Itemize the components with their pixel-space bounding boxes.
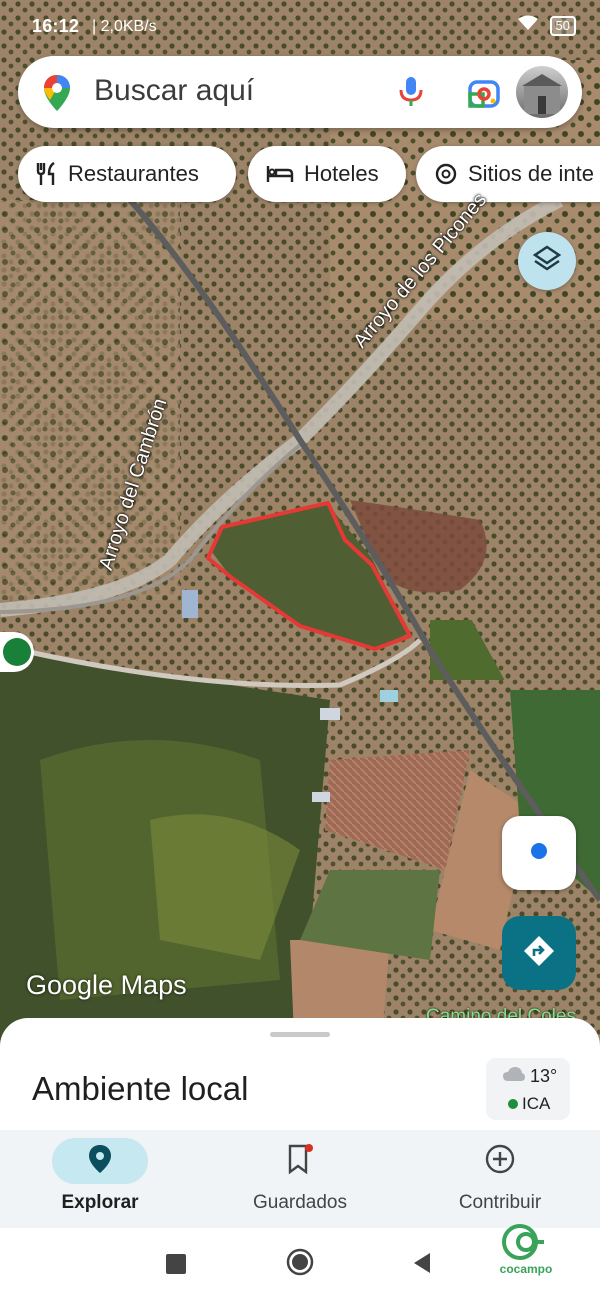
- chip-hoteles[interactable]: Hoteles: [248, 146, 406, 202]
- nav-explorar[interactable]: Explorar: [0, 1130, 200, 1228]
- category-chips: Restaurantes Hoteles Sitios de inte: [0, 146, 600, 202]
- cloud-icon: [502, 1066, 526, 1087]
- battery-icon: 50: [549, 15, 576, 36]
- directions-button[interactable]: [502, 916, 576, 990]
- network-rate: | 2,0KB/s: [92, 18, 157, 35]
- air-quality-dot-icon: [508, 1099, 518, 1109]
- chip-label: Hoteles: [304, 161, 379, 186]
- temperature: 13°: [530, 1066, 558, 1086]
- nav-contribuir[interactable]: Contribuir: [400, 1130, 600, 1228]
- map-view[interactable]: 16:12 | 2,0KB/s 50 Buscar aquí Restauran…: [0, 0, 600, 1060]
- air-quality-label: ICA: [522, 1094, 551, 1113]
- layers-icon: [532, 244, 562, 279]
- chip-restaurantes[interactable]: Restaurantes: [18, 146, 236, 202]
- sheet-drag-handle[interactable]: [270, 1032, 330, 1037]
- back-icon[interactable]: [412, 1252, 432, 1279]
- cocampo-logo-icon: [502, 1224, 544, 1260]
- microphone-icon[interactable]: [398, 76, 424, 113]
- add-circle-icon: [484, 1143, 516, 1180]
- nav-label: Explorar: [61, 1192, 139, 1213]
- hiking-icon: [3, 638, 31, 666]
- chip-sitios[interactable]: Sitios de inte: [416, 146, 600, 202]
- maps-pin-icon: [42, 74, 72, 117]
- explore-pin-icon: [88, 1144, 112, 1179]
- nav-guardados[interactable]: Guardados: [200, 1130, 400, 1228]
- status-time: 16:12: [32, 16, 80, 36]
- sheet-title: Ambiente local: [32, 1070, 249, 1107]
- lens-icon[interactable]: [468, 78, 500, 113]
- chip-label: Sitios de inte: [468, 161, 594, 186]
- layers-button[interactable]: [518, 232, 576, 290]
- brand-name: cocampo: [499, 1262, 553, 1276]
- google-maps-wordmark: Google Maps: [26, 970, 187, 1000]
- home-icon[interactable]: [286, 1248, 314, 1281]
- chip-label: Restaurantes: [68, 161, 199, 186]
- wifi-icon: [516, 14, 540, 37]
- search-input[interactable]: Buscar aquí: [94, 74, 254, 108]
- bed-icon: [266, 164, 294, 184]
- cocampo-watermark: cocampo: [496, 1222, 556, 1276]
- status-icons: 50: [516, 14, 576, 37]
- bottom-navigation: Explorar Guardados Contribuir: [0, 1130, 600, 1228]
- camera-icon: [434, 162, 458, 186]
- weather-card[interactable]: 13° ICA: [486, 1058, 570, 1120]
- location-dot-icon: [528, 840, 550, 867]
- my-location-button[interactable]: [502, 816, 576, 890]
- fork-knife-icon: [36, 162, 58, 186]
- directions-icon: [522, 934, 556, 973]
- status-bar: 16:12 | 2,0KB/s 50: [0, 0, 600, 52]
- bookmark-icon: [285, 1143, 315, 1180]
- nav-label: Guardados: [252, 1192, 347, 1213]
- profile-avatar[interactable]: [516, 66, 568, 118]
- search-bar[interactable]: Buscar aquí: [18, 56, 582, 128]
- nav-label: Contribuir: [458, 1192, 542, 1213]
- recents-icon[interactable]: [166, 1254, 186, 1279]
